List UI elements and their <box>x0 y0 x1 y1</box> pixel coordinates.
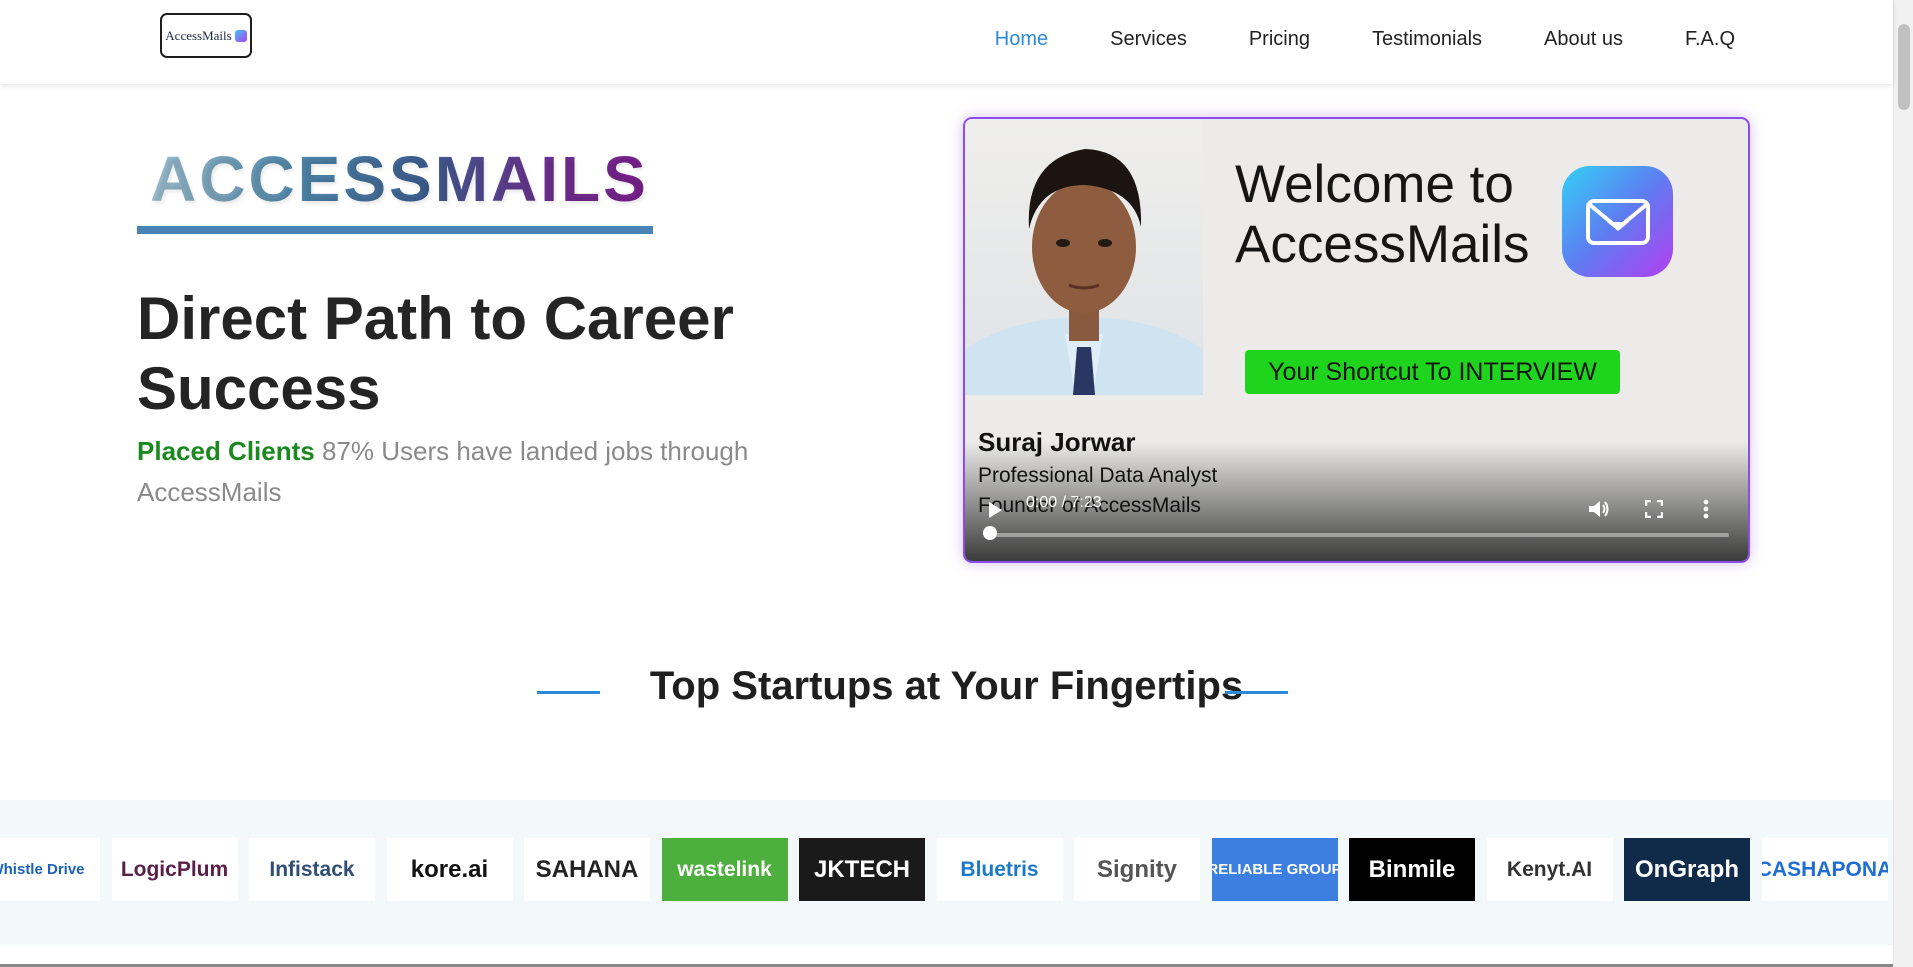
fullscreen-icon[interactable] <box>1644 499 1664 523</box>
startup-logo-name: Signity <box>1096 855 1177 883</box>
startup-logo-card[interactable]: CASHAPONA <box>1761 838 1888 901</box>
more-options-icon[interactable] <box>1703 499 1709 524</box>
startup-logo-card[interactable]: Kenyt.AI <box>1486 838 1613 901</box>
startup-logo-card[interactable]: wastelink <box>661 838 788 901</box>
play-icon[interactable] <box>987 501 1003 524</box>
nav-about-us[interactable]: About us <box>1544 28 1623 51</box>
hero-headline: Direct Path to Career Success <box>137 285 734 422</box>
brand-wordmark: ACCESSMAILS <box>150 143 649 215</box>
startup-logo-name: Kenyt.AI <box>1506 857 1593 881</box>
startup-logo-name: RELIABLE GROUP <box>1211 861 1338 878</box>
welcome-line-1: Welcome to <box>1235 155 1514 214</box>
startup-logo-name: Bluetris <box>960 857 1039 881</box>
startups-section-title: Top Startups at Your Fingertips <box>649 664 1244 708</box>
startup-logo-card[interactable]: Infistack <box>249 838 375 901</box>
hero-subline: Placed Clients 87% Users have landed job… <box>137 431 797 513</box>
startup-logo-name: Binmile <box>1368 855 1456 883</box>
startup-logo-card[interactable]: SAHANA <box>524 838 650 901</box>
video-progress-knob[interactable] <box>983 526 997 540</box>
logo-text: AccessMails <box>165 27 232 43</box>
startup-logo-name: SAHANA <box>535 855 639 883</box>
video-time: 0:00 / 7:23 <box>1026 494 1102 511</box>
nav-home[interactable]: Home <box>995 28 1048 51</box>
nav-pricing[interactable]: Pricing <box>1249 28 1310 51</box>
welcome-line-2: AccessMails <box>1235 215 1530 274</box>
site-logo[interactable]: AccessMails <box>160 13 252 58</box>
nav-testimonials[interactable]: Testimonials <box>1372 28 1482 51</box>
startup-logo-card[interactable]: Bluetris <box>936 838 1063 901</box>
shortcut-banner: Your Shortcut To INTERVIEW <box>1245 350 1620 394</box>
placed-clients-label: Placed Clients <box>137 436 315 466</box>
scrollbar-thumb[interactable] <box>1898 24 1910 110</box>
startup-logo-name: LogicPlum <box>120 857 229 881</box>
main-nav: Home Services Pricing Testimonials About… <box>995 28 1735 51</box>
startup-logo-name: wastelink <box>677 857 772 881</box>
title-decoration-right <box>1225 691 1288 694</box>
page-scrollbar[interactable] <box>1893 0 1913 967</box>
volume-icon[interactable] <box>1588 499 1610 524</box>
video-progress-bar[interactable] <box>989 533 1729 537</box>
site-header: AccessMails Home Services Pricing Testim… <box>0 0 1893 84</box>
startup-logo-card[interactable]: OnGraph <box>1624 838 1750 901</box>
startup-logo-name: kore.ai <box>410 855 489 883</box>
startup-logo-card[interactable]: Signity <box>1074 838 1200 901</box>
startup-logos-carousel: Whistle Drive LogicPlum Infistack kore.ai SA… <box>0 800 1893 945</box>
startup-logo-card[interactable]: kore.ai <box>386 838 513 901</box>
brand-underline <box>137 226 653 234</box>
founder-name: Suraj Jorwar <box>978 427 1136 457</box>
startup-logo-card[interactable]: LogicPlum <box>111 838 238 901</box>
page: AccessMails Home Services Pricing Testim… <box>0 0 1913 967</box>
startup-logo-name: Infistack <box>269 857 355 881</box>
startup-logo-name: CASHAPONA <box>1761 857 1888 881</box>
startup-logo-card[interactable]: RELIABLE GROUP <box>1211 838 1338 901</box>
startup-logo-card[interactable]: JKTECH <box>799 838 925 901</box>
video-welcome-title: Welcome to AccessMails <box>1235 155 1530 275</box>
startup-logo-name: Whistle Drive <box>0 861 85 878</box>
startup-logo-name: JKTECH <box>813 855 910 883</box>
startup-logo-card[interactable]: Whistle Drive <box>0 838 100 901</box>
startup-logo-name: OnGraph <box>1634 855 1739 883</box>
founder-role: Professional Data Analyst <box>978 464 1218 487</box>
logo-mail-icon <box>234 29 247 42</box>
nav-faq[interactable]: F.A.Q <box>1685 28 1735 51</box>
nav-services[interactable]: Services <box>1110 28 1187 51</box>
intro-video-player[interactable]: Welcome to AccessMails Your Shortcut To … <box>963 117 1750 563</box>
founder-portrait <box>965 119 1203 395</box>
envelope-icon <box>1562 166 1673 277</box>
startup-logo-card[interactable]: Binmile <box>1349 838 1475 901</box>
